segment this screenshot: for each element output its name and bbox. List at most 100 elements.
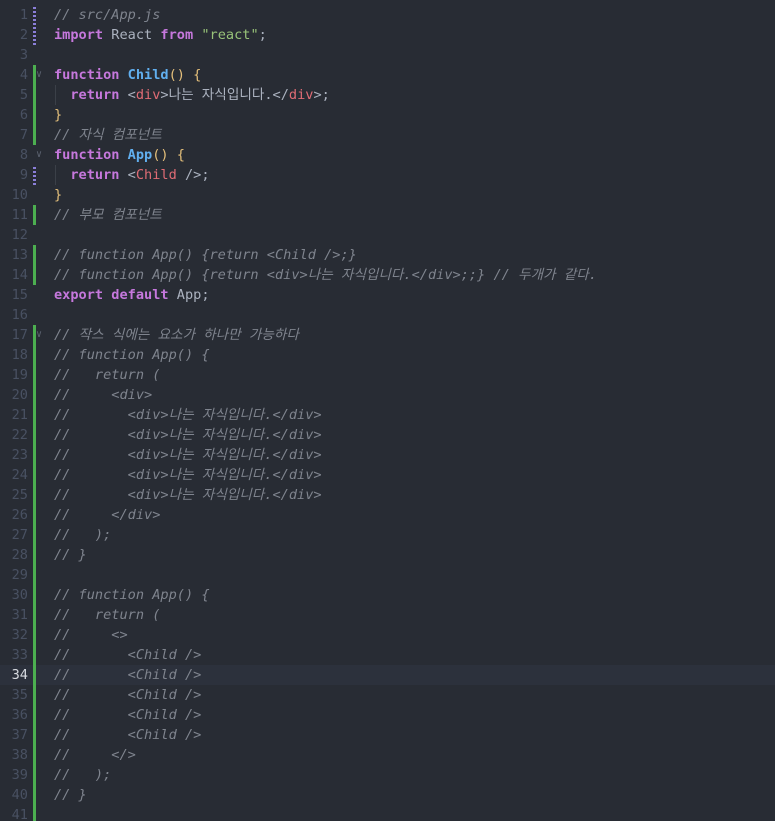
code-text[interactable]: // function App() {return <Child />;}	[54, 245, 357, 265]
line-number[interactable]: 34	[0, 665, 28, 685]
code-line[interactable]: 12	[0, 225, 775, 245]
code-text[interactable]: // return (	[54, 605, 160, 625]
code-text[interactable]: // <div>나는 자식입니다.</div>	[54, 445, 322, 465]
git-added-indicator[interactable]	[33, 585, 36, 605]
code-line[interactable]: 28 // }	[0, 545, 775, 565]
code-line[interactable]: 8 ∨ function App() {	[0, 145, 775, 165]
code-line[interactable]: 34 // <Child />	[0, 665, 775, 685]
code-line[interactable]: 39 // );	[0, 765, 775, 785]
line-number[interactable]: 38	[0, 745, 28, 765]
line-number[interactable]: 40	[0, 785, 28, 805]
code-text[interactable]: // </>	[54, 745, 136, 765]
code-text[interactable]: // 부모 컴포넌트	[54, 205, 162, 225]
code-line[interactable]: 25 // <div>나는 자식입니다.</div>	[0, 485, 775, 505]
git-added-indicator[interactable]	[33, 565, 36, 585]
code-line[interactable]: 13 // function App() {return <Child />;}	[0, 245, 775, 265]
line-number[interactable]: 25	[0, 485, 28, 505]
line-number[interactable]: 2	[0, 25, 28, 45]
code-line[interactable]: 5 return <div>나는 자식입니다.</div>;	[0, 85, 775, 105]
git-added-indicator[interactable]	[33, 525, 36, 545]
fold-chevron-icon[interactable]: ∨	[36, 325, 46, 345]
line-number[interactable]: 12	[0, 225, 28, 245]
code-line[interactable]: 17 ∨ // 작스 식에는 요소가 하나만 가능하다	[0, 325, 775, 345]
line-number[interactable]: 33	[0, 645, 28, 665]
code-text[interactable]: // 작스 식에는 요소가 하나만 가능하다	[54, 325, 299, 345]
line-number[interactable]: 20	[0, 385, 28, 405]
code-line[interactable]: 35 // <Child />	[0, 685, 775, 705]
git-added-indicator[interactable]	[33, 705, 36, 725]
code-text[interactable]: // <div>나는 자식입니다.</div>	[54, 405, 322, 425]
line-number[interactable]: 37	[0, 725, 28, 745]
git-modified-indicator[interactable]	[33, 165, 36, 185]
line-number[interactable]: 27	[0, 525, 28, 545]
code-line[interactable]: 15 export default App;	[0, 285, 775, 305]
line-number[interactable]: 17	[0, 325, 28, 345]
code-line[interactable]: 33 // <Child />	[0, 645, 775, 665]
code-text[interactable]: // <div>나는 자식입니다.</div>	[54, 465, 322, 485]
code-line[interactable]: 21 // <div>나는 자식입니다.</div>	[0, 405, 775, 425]
git-added-indicator[interactable]	[33, 405, 36, 425]
line-number[interactable]: 21	[0, 405, 28, 425]
code-text[interactable]: import React from "react";	[54, 25, 267, 45]
code-text[interactable]: // return (	[54, 365, 160, 385]
line-number[interactable]: 19	[0, 365, 28, 385]
git-added-indicator[interactable]	[33, 625, 36, 645]
code-text[interactable]: export default App;	[54, 285, 210, 305]
code-line[interactable]: 36 // <Child />	[0, 705, 775, 725]
code-line[interactable]: 19 // return (	[0, 365, 775, 385]
code-line[interactable]: 6}	[0, 105, 775, 125]
code-text[interactable]: // function App() {return <div>나는 자식입니다.…	[54, 265, 597, 285]
code-text[interactable]: // }	[54, 785, 87, 805]
code-text[interactable]: // <Child />	[54, 685, 201, 705]
fold-chevron-icon[interactable]: ∨	[36, 145, 46, 165]
line-number[interactable]: 24	[0, 465, 28, 485]
code-text[interactable]: // );	[54, 765, 111, 785]
git-added-indicator[interactable]	[33, 345, 36, 365]
code-line[interactable]: 3	[0, 45, 775, 65]
line-number[interactable]: 30	[0, 585, 28, 605]
code-text[interactable]: }	[54, 185, 62, 205]
line-number[interactable]: 7	[0, 125, 28, 145]
code-editor[interactable]: 1 // src/App.js 2 import React from "react"…	[0, 0, 775, 821]
line-number[interactable]: 11	[0, 205, 28, 225]
code-text[interactable]: // function App() {	[54, 345, 210, 365]
git-added-indicator[interactable]	[33, 465, 36, 485]
code-line[interactable]: 18 // function App() {	[0, 345, 775, 365]
fold-chevron-icon[interactable]: ∨	[36, 65, 46, 85]
code-line[interactable]: 40 // }	[0, 785, 775, 805]
line-number[interactable]: 18	[0, 345, 28, 365]
line-number[interactable]: 4	[0, 65, 28, 85]
git-added-indicator[interactable]	[33, 445, 36, 465]
code-text[interactable]: // <Child />	[54, 665, 201, 685]
code-line[interactable]: 2 import React from "react";	[0, 25, 775, 45]
git-added-indicator[interactable]	[33, 765, 36, 785]
code-text[interactable]: // <div>나는 자식입니다.</div>	[54, 485, 322, 505]
line-number[interactable]: 6	[0, 105, 28, 125]
code-line[interactable]: 16	[0, 305, 775, 325]
code-text[interactable]: function Child() {	[54, 65, 201, 85]
line-number[interactable]: 35	[0, 685, 28, 705]
code-text[interactable]: // }	[54, 545, 87, 565]
code-line[interactable]: 38 // </>	[0, 745, 775, 765]
git-added-indicator[interactable]	[33, 245, 36, 265]
code-text[interactable]: }	[54, 105, 62, 125]
code-line[interactable]: 4 ∨ function Child() {	[0, 65, 775, 85]
line-number[interactable]: 3	[0, 45, 28, 65]
line-number[interactable]: 39	[0, 765, 28, 785]
git-added-indicator[interactable]	[33, 425, 36, 445]
code-text[interactable]: // <Child />	[54, 645, 201, 665]
git-modified-indicator[interactable]	[33, 5, 36, 25]
line-number[interactable]: 16	[0, 305, 28, 325]
code-line[interactable]: 7 // 자식 컴포넌트	[0, 125, 775, 145]
line-number[interactable]: 22	[0, 425, 28, 445]
git-added-indicator[interactable]	[33, 85, 36, 105]
git-added-indicator[interactable]	[33, 265, 36, 285]
code-text[interactable]: // <div>나는 자식입니다.</div>	[54, 425, 322, 445]
line-number[interactable]: 29	[0, 565, 28, 585]
line-number[interactable]: 14	[0, 265, 28, 285]
code-line[interactable]: 26 // </div>	[0, 505, 775, 525]
code-line[interactable]: 37 // <Child />	[0, 725, 775, 745]
code-text[interactable]: // <Child />	[54, 705, 201, 725]
line-number[interactable]: 13	[0, 245, 28, 265]
code-line[interactable]: 10}	[0, 185, 775, 205]
